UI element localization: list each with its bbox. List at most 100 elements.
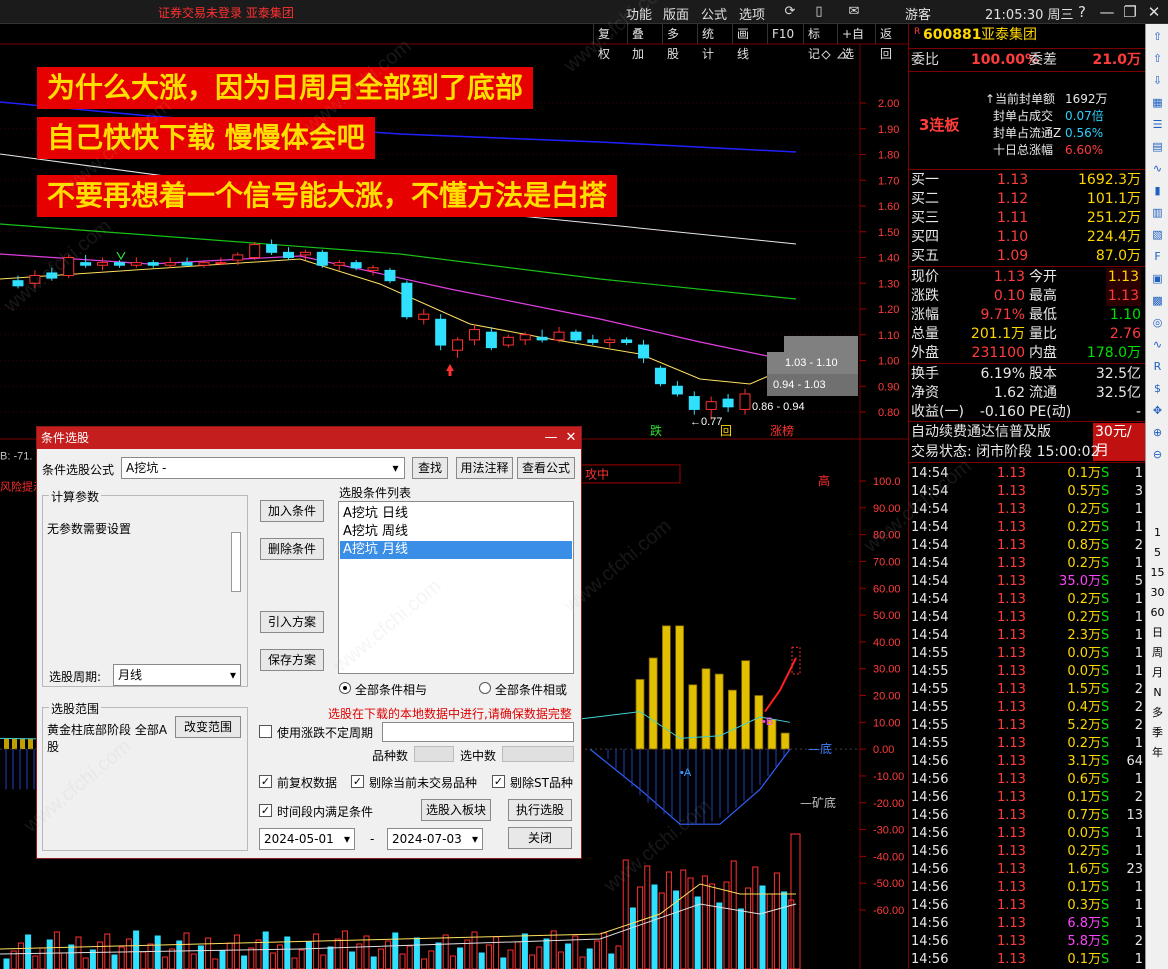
target-icon[interactable]: ◎ bbox=[1148, 314, 1167, 332]
st-label[interactable]: 剔除ST品种 bbox=[510, 774, 573, 791]
params-scroll-thumb[interactable] bbox=[231, 532, 241, 592]
menu-options[interactable]: 选项 bbox=[739, 4, 765, 23]
zoom-in-icon[interactable]: ⊕ bbox=[1148, 424, 1167, 442]
formula-dropdown-icon[interactable]: ▾ bbox=[387, 457, 405, 479]
f10-icon[interactable]: F bbox=[1148, 248, 1167, 266]
condition-item-selected[interactable]: A挖坑 月线 bbox=[340, 541, 572, 559]
candle-body bbox=[181, 262, 193, 266]
st-checkbox[interactable]: ✓ bbox=[492, 775, 505, 788]
radio-or[interactable] bbox=[479, 682, 491, 694]
period-dropdown-icon[interactable]: ▾ bbox=[230, 665, 236, 685]
period-button[interactable]: 年 bbox=[1148, 744, 1167, 762]
dialog-titlebar[interactable]: 条件选股 bbox=[37, 427, 581, 449]
find-button[interactable]: 查找 bbox=[412, 457, 448, 479]
promo-row[interactable]: 自动续费通达信普及版 30元/月 bbox=[909, 423, 1145, 461]
save-plan-button[interactable]: 保存方案 bbox=[260, 649, 324, 671]
candle-chart-icon[interactable]: ▮ bbox=[1148, 182, 1167, 200]
maximize-button[interactable]: ❐ bbox=[1120, 2, 1140, 22]
period-button[interactable]: 多 bbox=[1148, 704, 1167, 722]
menu-layout[interactable]: 版面 bbox=[663, 4, 689, 23]
period-button[interactable]: N bbox=[1148, 684, 1167, 702]
grid-icon[interactable]: ▦ bbox=[1148, 94, 1167, 112]
radio-and-label[interactable]: 全部条件相与 bbox=[355, 681, 427, 698]
promo-text[interactable]: 自动续费通达信普及版 bbox=[911, 423, 1051, 442]
fund-icon[interactable]: ▧ bbox=[1148, 226, 1167, 244]
condition-item[interactable]: A挖坑 日线 bbox=[340, 505, 572, 523]
tick-row: 14:56 1.13 1.6万 S 23 bbox=[909, 860, 1145, 879]
params-scrollbar[interactable] bbox=[229, 516, 243, 638]
period-button[interactable]: 15 bbox=[1148, 564, 1167, 582]
arrow-down-icon[interactable]: ⇩ bbox=[1148, 72, 1167, 90]
close-button[interactable]: ✕ bbox=[1144, 2, 1164, 22]
untraded-label[interactable]: 剔除当前未交易品种 bbox=[369, 774, 477, 791]
table-icon[interactable]: ▤ bbox=[1148, 138, 1167, 156]
arrow-up-icon[interactable]: ⇧ bbox=[1148, 28, 1167, 46]
period-button[interactable]: 5 bbox=[1148, 544, 1167, 562]
uncertain-period-input[interactable] bbox=[382, 722, 574, 742]
period-range-checkbox[interactable]: ✓ bbox=[259, 804, 272, 817]
dialog-close-icon[interactable]: ✕ bbox=[562, 428, 580, 448]
tick-time: 14:56 bbox=[911, 862, 949, 877]
date-from-dropdown-icon[interactable]: ▾ bbox=[344, 829, 350, 849]
period-range-label[interactable]: 时间段内满足条件 bbox=[277, 803, 373, 820]
condition-item[interactable]: A挖坑 周线 bbox=[340, 523, 572, 541]
period-button[interactable]: 1 bbox=[1148, 524, 1167, 542]
uncertain-period-label[interactable]: 使用涨跌不定周期 bbox=[277, 724, 373, 741]
execute-button[interactable]: 执行选股 bbox=[508, 799, 572, 821]
bar-icon[interactable]: ▩ bbox=[1148, 292, 1167, 310]
radio-and[interactable] bbox=[339, 682, 351, 694]
news-icon[interactable]: ▣ bbox=[1148, 270, 1167, 288]
help-icon[interactable]: ? bbox=[1072, 2, 1092, 22]
close-dialog-button[interactable]: 关闭 bbox=[508, 827, 572, 849]
price-tick-label: 1.30 bbox=[878, 278, 899, 290]
login-notice[interactable]: 证券交易未登录 亚泰集团 bbox=[158, 4, 294, 21]
list-icon[interactable]: ☰ bbox=[1148, 116, 1167, 134]
line-chart-icon[interactable]: ∿ bbox=[1148, 160, 1167, 178]
delete-condition-button[interactable]: 删除条件 bbox=[260, 538, 324, 560]
dollar-icon[interactable]: $ bbox=[1148, 380, 1167, 398]
import-plan-button[interactable]: 引入方案 bbox=[260, 611, 324, 633]
volume-bar bbox=[140, 951, 147, 969]
period-button[interactable]: 30 bbox=[1148, 584, 1167, 602]
menu-formula[interactable]: 公式 bbox=[701, 4, 727, 23]
dialog-minimize-icon[interactable]: — bbox=[542, 428, 560, 448]
formula-select[interactable]: A挖坑 - bbox=[121, 457, 405, 479]
volume-bar bbox=[406, 945, 413, 969]
tick-row: 14:56 1.13 6.8万 S 1 bbox=[909, 914, 1145, 933]
fin-label: 换手 bbox=[911, 366, 939, 382]
zoom-out-icon[interactable]: ⊖ bbox=[1148, 446, 1167, 464]
fq-label[interactable]: 前复权数据 bbox=[277, 774, 337, 791]
refresh-icon[interactable]: ⟳ bbox=[781, 3, 799, 20]
minimize-button[interactable]: — bbox=[1097, 2, 1117, 22]
quote-label: 最高 bbox=[1029, 288, 1057, 304]
volume-bar bbox=[291, 957, 298, 969]
usage-button[interactable]: 用法注释 bbox=[456, 457, 513, 479]
book-icon[interactable]: ▥ bbox=[1148, 204, 1167, 222]
rsi-icon[interactable]: R bbox=[1148, 358, 1167, 376]
untraded-checkbox[interactable]: ✓ bbox=[351, 775, 364, 788]
radio-or-label[interactable]: 全部条件相或 bbox=[495, 681, 567, 698]
mail-icon[interactable]: ✉ bbox=[845, 3, 863, 20]
uncertain-period-checkbox[interactable] bbox=[259, 725, 272, 738]
arrow-up-icon[interactable]: ⇧ bbox=[1148, 50, 1167, 68]
date-to-input[interactable]: 2024-07-03 ▾ bbox=[387, 828, 483, 850]
change-scope-button[interactable]: 改变范围 bbox=[175, 716, 241, 738]
date-to-dropdown-icon[interactable]: ▾ bbox=[472, 829, 478, 849]
period-button[interactable]: 月 bbox=[1148, 664, 1167, 682]
period-button[interactable]: 周 bbox=[1148, 644, 1167, 662]
condition-list[interactable]: A挖坑 日线 A挖坑 周线 A挖坑 月线 bbox=[338, 501, 574, 674]
fq-checkbox[interactable]: ✓ bbox=[259, 775, 272, 788]
period-select[interactable]: 月线 ▾ bbox=[113, 664, 241, 686]
period-button[interactable]: 60 bbox=[1148, 604, 1167, 622]
wave-icon[interactable]: ∿ bbox=[1148, 336, 1167, 354]
user-label[interactable]: 游客 bbox=[905, 4, 931, 23]
move-icon[interactable]: ✥ bbox=[1148, 402, 1167, 420]
period-button[interactable]: 季 bbox=[1148, 724, 1167, 742]
add-condition-button[interactable]: 加入条件 bbox=[260, 500, 324, 522]
phone-icon[interactable]: ▯ bbox=[810, 3, 828, 20]
menu-function[interactable]: 功能 bbox=[626, 4, 652, 23]
period-button[interactable]: 日 bbox=[1148, 624, 1167, 642]
date-from-input[interactable]: 2024-05-01 ▾ bbox=[259, 828, 355, 850]
view-formula-button[interactable]: 查看公式 bbox=[517, 457, 575, 479]
to-block-button[interactable]: 选股入板块 bbox=[421, 799, 491, 821]
